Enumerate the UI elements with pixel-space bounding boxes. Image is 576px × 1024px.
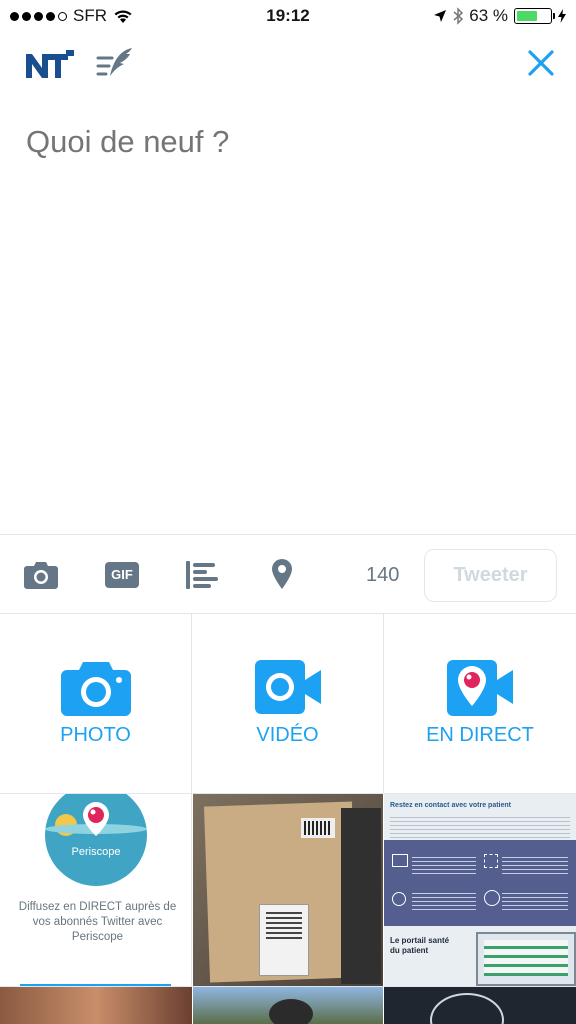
expand-icon bbox=[484, 854, 498, 868]
video-camera-icon bbox=[254, 660, 321, 714]
periscope-promo-text: Diffusez en DIRECT auprès de vos abonnés… bbox=[18, 901, 177, 943]
camera-icon bbox=[60, 662, 131, 716]
status-bar: SFR 19:12 63 % bbox=[0, 0, 576, 32]
photo-subject bbox=[269, 999, 313, 1024]
bluetooth-icon bbox=[453, 7, 464, 25]
photo-thumbnail[interactable] bbox=[0, 987, 192, 1024]
brochure-lines bbox=[390, 814, 570, 838]
monitor-icon bbox=[392, 854, 408, 867]
brochure-heading: Restez en contact avec votre patient bbox=[390, 802, 511, 809]
periscope-pin-icon bbox=[83, 802, 109, 836]
periscope-icon bbox=[447, 660, 513, 716]
dark-edge bbox=[341, 808, 381, 984]
camera-icon[interactable] bbox=[24, 561, 58, 589]
video-label: VIDÉO bbox=[256, 724, 319, 746]
charging-icon bbox=[558, 9, 566, 23]
battery-icon bbox=[514, 8, 555, 24]
close-icon[interactable] bbox=[526, 48, 556, 78]
compose-input[interactable] bbox=[26, 124, 546, 160]
share-icon bbox=[392, 892, 406, 906]
nt-logo[interactable] bbox=[26, 50, 74, 80]
periscope-promo-tile[interactable]: Periscope Diffusez en DIRECT auprès de v… bbox=[0, 794, 192, 986]
brochure-screenshot bbox=[476, 932, 576, 986]
compose-toolbar: GIF 140 Tweeter bbox=[0, 534, 576, 614]
battery-percent: 63 % bbox=[469, 6, 508, 25]
shipping-label bbox=[259, 904, 309, 976]
periscope-badge: Periscope bbox=[45, 794, 147, 886]
periscope-brand: Periscope bbox=[71, 846, 121, 858]
photo-thumbnail[interactable] bbox=[193, 987, 383, 1024]
drafts-quill-icon[interactable] bbox=[96, 46, 134, 80]
video-tile[interactable]: VIDÉO bbox=[192, 614, 384, 794]
barcode-label bbox=[301, 818, 335, 838]
live-label: EN DIRECT bbox=[426, 724, 534, 746]
photo-tile[interactable]: PHOTO bbox=[0, 614, 192, 794]
poll-icon[interactable] bbox=[186, 561, 218, 589]
globe-icon bbox=[484, 890, 500, 906]
photo-thumbnail[interactable] bbox=[384, 987, 576, 1024]
brochure-blue-band bbox=[384, 840, 576, 926]
brochure-text-block bbox=[502, 890, 568, 910]
character-counter: 140 bbox=[366, 564, 400, 586]
tweet-button[interactable]: Tweeter bbox=[424, 549, 557, 602]
photo-emblem bbox=[430, 993, 504, 1024]
grid-divider bbox=[0, 986, 576, 987]
brochure-subheading: Le portail santé du patient bbox=[390, 936, 450, 955]
location-pin-icon[interactable] bbox=[272, 559, 292, 589]
photo-thumbnail[interactable] bbox=[193, 794, 383, 986]
photo-label: PHOTO bbox=[60, 724, 131, 746]
brochure-text-block bbox=[412, 854, 476, 874]
gif-icon[interactable]: GIF bbox=[105, 562, 139, 588]
brochure-text-block bbox=[502, 854, 568, 874]
photo-thumbnail[interactable]: Restez en contact avec votre patient Le … bbox=[384, 794, 576, 986]
brochure-text-block bbox=[412, 890, 476, 910]
location-arrow-icon bbox=[434, 10, 447, 22]
live-tile[interactable]: EN DIRECT bbox=[384, 614, 576, 794]
